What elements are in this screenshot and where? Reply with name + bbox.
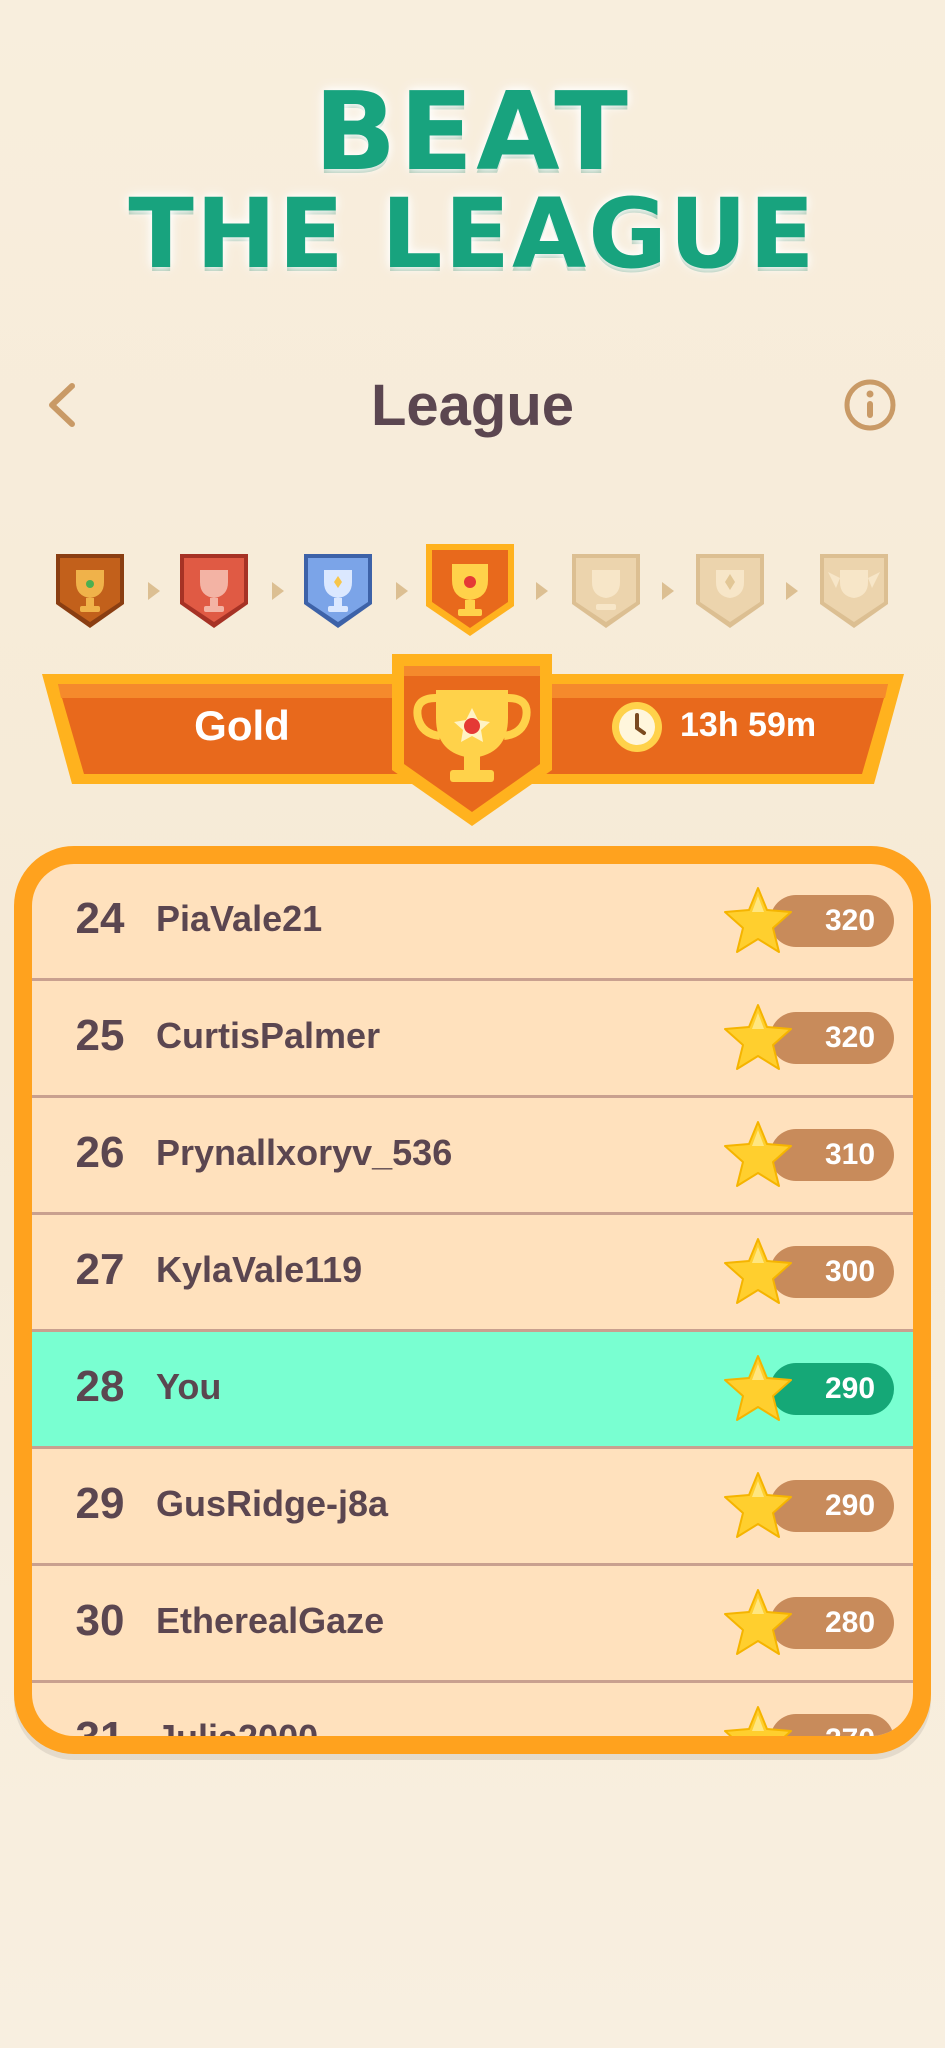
score-value: 300 [824, 1255, 876, 1288]
leaderboard-panel: 24 PiaVale21 320 25 CurtisPalmer 320 26 … [14, 846, 931, 1754]
star-icon [724, 1004, 792, 1070]
locked-tier-icon [572, 554, 640, 628]
clock-icon [612, 702, 662, 752]
rank-number: 28 [75, 1362, 125, 1411]
star-icon [724, 1238, 792, 1304]
score-value: 290 [824, 1489, 876, 1522]
rank-number: 30 [75, 1596, 125, 1645]
gold-tier-icon [426, 544, 514, 636]
star-icon [724, 1472, 792, 1538]
score-value: 320 [824, 904, 876, 937]
star-icon [724, 1121, 792, 1187]
rank-number: 27 [75, 1245, 125, 1294]
score-value: 290 [824, 1372, 876, 1405]
arrow-right-icon [662, 582, 674, 600]
leaderboard-row[interactable]: 29 GusRidge-j8a 290 [32, 1449, 913, 1566]
player-name: EtherealGaze [156, 1600, 385, 1641]
arrow-right-icon [786, 582, 798, 600]
arrow-right-icon [272, 582, 284, 600]
player-name: KylaVale119 [156, 1249, 363, 1290]
score-value: 270 [810, 1723, 890, 1736]
score-value: 280 [824, 1606, 876, 1639]
league-timer: 13h 59m [680, 706, 817, 744]
player-name: CurtisPalmer [156, 1015, 381, 1056]
player-name: You [156, 1366, 222, 1407]
player-name: GusRidge-j8a [156, 1483, 389, 1524]
rank-number: 26 [75, 1128, 125, 1177]
gold-trophy-icon [392, 654, 552, 826]
leaderboard-row[interactable]: 30 EtherealGaze 280 [32, 1566, 913, 1683]
arrow-right-icon [148, 582, 160, 600]
player-name: PiaVale21 [156, 898, 323, 939]
leaderboard-row[interactable]: 24 PiaVale21 320 [32, 864, 913, 981]
rank-number: 25 [75, 1011, 125, 1060]
arrow-right-icon [536, 582, 548, 600]
leaderboard-list[interactable]: 24 PiaVale21 320 25 CurtisPalmer 320 26 … [32, 864, 913, 1736]
player-name: Prynallxoryv_536 [156, 1132, 453, 1173]
hero-title-line-2: THE LEAGUE [128, 178, 817, 290]
silver-tier-icon [304, 554, 372, 628]
locked-tier-icon [696, 554, 764, 628]
leaderboard-row[interactable]: 31 Julia2000 270 [32, 1683, 913, 1736]
page-title: League [370, 373, 575, 438]
rank-number: 24 [75, 894, 125, 943]
star-icon [724, 887, 792, 953]
locked-tier-icon [820, 554, 888, 628]
leaderboard-row-you[interactable]: 28 You 290 [32, 1332, 913, 1449]
rank-number: 31 [50, 1713, 150, 1736]
leaderboard-row[interactable]: 25 CurtisPalmer 320 [32, 981, 913, 1098]
leaderboard-row[interactable]: 26 Prynallxoryv_536 310 [32, 1098, 913, 1215]
star-icon [724, 1706, 792, 1736]
hero-title-line-1: BEAT [314, 70, 631, 195]
top-bar: League [0, 360, 945, 450]
score-value: 320 [824, 1021, 876, 1054]
star-icon [724, 1589, 792, 1655]
rank-number: 29 [75, 1479, 125, 1528]
leaderboard-row[interactable]: 27 KylaVale119 300 [32, 1215, 913, 1332]
league-tier-progress [0, 544, 945, 638]
score-value: 310 [824, 1138, 876, 1171]
arrow-right-icon [396, 582, 408, 600]
info-icon[interactable] [843, 378, 897, 432]
player-name: Julia2000 [156, 1717, 318, 1736]
red-tier-icon [180, 554, 248, 628]
bronze-tier-icon [56, 554, 124, 628]
star-icon [724, 1355, 792, 1421]
